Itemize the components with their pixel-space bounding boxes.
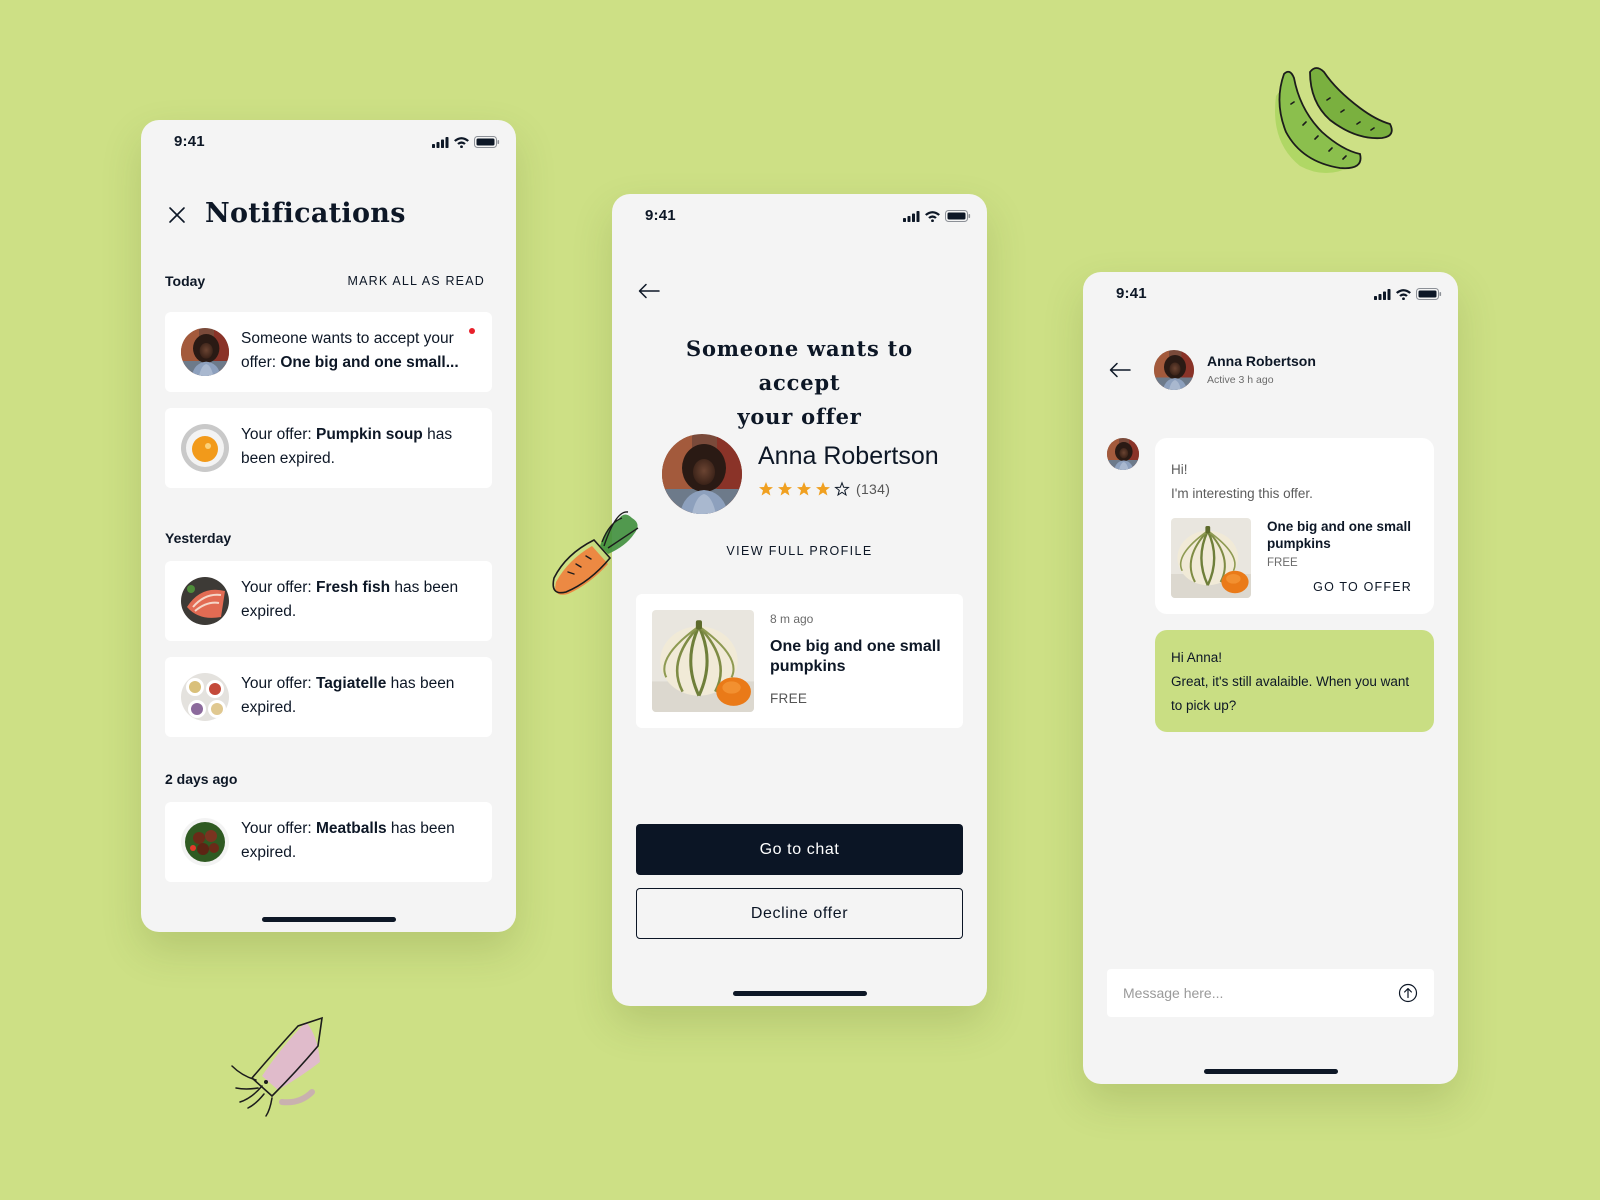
- close-icon[interactable]: [167, 205, 187, 225]
- go-to-offer-link[interactable]: GO TO OFFER: [1313, 580, 1412, 594]
- notification-item[interactable]: Your offer: Fresh fish has been expired.: [165, 561, 492, 641]
- contact-name: Anna Robertson: [1207, 353, 1316, 369]
- status-bar: 9:41: [141, 120, 516, 164]
- decline-offer-button[interactable]: Decline offer: [636, 888, 963, 939]
- carrot-doodle-icon: [552, 511, 639, 595]
- home-indicator: [261, 917, 396, 922]
- cucumber-doodle-icon: [1275, 67, 1393, 173]
- section-label-today: Today: [165, 273, 206, 289]
- go-to-chat-button[interactable]: Go to chat: [636, 824, 963, 875]
- section-label-2-days-ago: 2 days ago: [165, 771, 238, 787]
- notification-text: Someone wants to accept your offer: One …: [241, 330, 459, 371]
- back-arrow-icon[interactable]: [638, 283, 660, 299]
- status-time: 9:41: [645, 207, 676, 224]
- view-full-profile-link[interactable]: VIEW FULL PROFILE: [612, 544, 987, 558]
- status-icons: [432, 136, 500, 148]
- notification-item[interactable]: Your offer: Meatballs has been expired.: [165, 802, 492, 882]
- star-icon: [816, 482, 830, 496]
- incoming-message: Hi! I'm interesting this offer. One big …: [1155, 438, 1434, 614]
- offer-thumbnail: [181, 818, 229, 866]
- offer-card[interactable]: 8 m ago One big and one small pumpkins F…: [636, 594, 963, 728]
- user-name: Anna Robertson: [758, 442, 939, 470]
- message-input[interactable]: [1123, 969, 1383, 1017]
- status-icons: [903, 210, 971, 222]
- offer-price: FREE: [770, 691, 808, 706]
- offer-image: [652, 610, 754, 712]
- offer-thumbnail: [181, 673, 229, 721]
- offer-thumbnail: [181, 577, 229, 625]
- message-text: Hi Anna! Great, it's still avalaible. Wh…: [1171, 650, 1410, 713]
- star-icon: [778, 482, 792, 496]
- unread-dot: [469, 328, 475, 334]
- message-text: Hi! I'm interesting this offer.: [1171, 462, 1313, 501]
- section-label-yesterday: Yesterday: [165, 530, 232, 546]
- send-icon[interactable]: [1398, 983, 1418, 1003]
- notification-item[interactable]: Your offer: Pumpkin soup has been expire…: [165, 408, 492, 488]
- notification-text: Your offer: Tagiatelle has been expired.: [241, 675, 455, 716]
- message-input-bar: [1107, 969, 1434, 1017]
- product-price: FREE: [1267, 557, 1298, 569]
- back-arrow-icon[interactable]: [1109, 362, 1131, 378]
- notifications-screen: 9:41 Notifications Today MARK ALL AS REA…: [141, 120, 516, 932]
- squid-doodle-icon: [231, 1016, 323, 1117]
- home-indicator: [732, 991, 867, 996]
- star-outline-icon: [834, 481, 850, 497]
- contact-avatar[interactable]: [1154, 350, 1194, 390]
- status-icons: [1374, 288, 1442, 300]
- page-title: Someone wants to accept your offer: [686, 336, 913, 429]
- notification-text: Your offer: Meatballs has been expired.: [241, 820, 455, 861]
- offer-request-screen: 9:41 Someone wants to accept your offer …: [612, 194, 987, 1006]
- notification-item[interactable]: Your offer: Tagiatelle has been expired.: [165, 657, 492, 737]
- status-bar: 9:41: [1083, 272, 1458, 316]
- message-avatar: [1107, 438, 1139, 470]
- notification-text: Your offer: Fresh fish has been expired.: [241, 579, 459, 620]
- rating-count: (134): [856, 481, 891, 497]
- status-time: 9:41: [1116, 285, 1147, 302]
- contact-status: Active 3 h ago: [1207, 374, 1274, 386]
- notification-item[interactable]: Someone wants to accept your offer: One …: [165, 312, 492, 392]
- notification-text: Your offer: Pumpkin soup has been expire…: [241, 426, 453, 467]
- outgoing-message: Hi Anna! Great, it's still avalaible. Wh…: [1155, 630, 1434, 732]
- mark-all-read-button[interactable]: MARK ALL AS READ: [347, 274, 485, 288]
- rating-stars: (134): [758, 481, 890, 497]
- star-icon: [759, 482, 773, 496]
- home-indicator: [1203, 1069, 1338, 1074]
- offer-name: One big and one small pumpkins: [770, 638, 941, 675]
- chat-screen: 9:41 Anna Robertson Active 3 h ago Hi! I…: [1083, 272, 1458, 1084]
- status-bar: 9:41: [612, 194, 987, 238]
- product-name: One big and one small pumpkins: [1267, 519, 1412, 551]
- offer-thumbnail: [181, 424, 229, 472]
- offer-time-ago: 8 m ago: [770, 612, 814, 626]
- star-icon: [797, 482, 811, 496]
- product-image: [1171, 518, 1251, 598]
- avatar: [181, 328, 229, 376]
- status-time: 9:41: [174, 133, 205, 150]
- avatar[interactable]: [662, 434, 742, 514]
- page-title: Notifications: [205, 198, 406, 229]
